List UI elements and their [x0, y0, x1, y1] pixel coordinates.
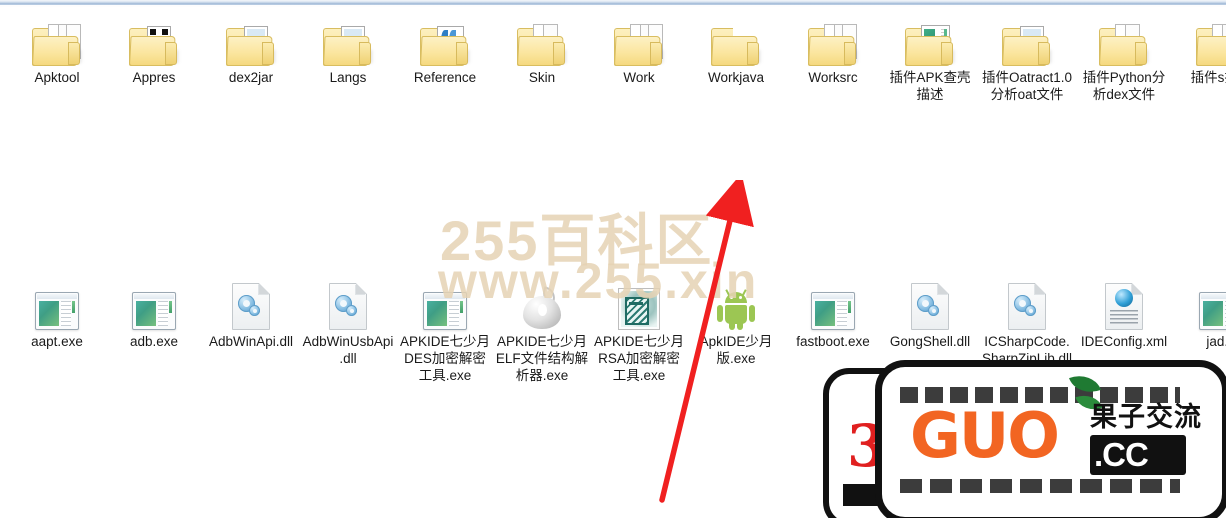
file-label: Apktool [34, 70, 80, 85]
file-item-plugin-python[interactable]: 插件Python分析dex文件 [1077, 12, 1171, 103]
folder-icon [1174, 12, 1226, 66]
folder-icon [204, 12, 298, 66]
guocc-logo-overlay: 3 GUO 果子交流 .CC [823, 360, 1226, 518]
logo-smudge-bottom [900, 479, 1180, 493]
file-label: Appres [132, 70, 176, 85]
logo-chinese-text: 果子交流 [1090, 402, 1202, 432]
logo-tld-text: .CC [1094, 436, 1149, 473]
file-label: 插件s插件 [1190, 70, 1226, 85]
file-item-workjava[interactable]: Workjava [689, 12, 783, 86]
logo-brand-text: GUO [910, 399, 1060, 472]
folder-icon [10, 12, 104, 66]
folder-icon [1077, 12, 1171, 66]
folder-icon [883, 12, 977, 66]
folder-icon [107, 12, 201, 66]
logo-tld-box: .CC [1090, 435, 1186, 475]
folder-icon [786, 12, 880, 66]
file-item-appres[interactable]: Appres [107, 12, 201, 86]
folder-icon [592, 12, 686, 66]
file-label: Workjava [707, 70, 765, 85]
file-item-langs[interactable]: Langs [301, 12, 395, 86]
explorer-icon-view: Apktool Appres dex2jar Langs Reference S… [0, 0, 1226, 518]
window-top-divider-highlight [0, 5, 1226, 7]
file-item-plugin-apk-shell[interactable]: 插件APK查壳描述 [883, 12, 977, 103]
folder-icon [689, 12, 783, 66]
file-label: Worksrc [808, 70, 858, 85]
file-item-reference[interactable]: Reference [398, 12, 492, 86]
file-label: 插件Python分析dex文件 [1082, 70, 1166, 102]
folder-icon [495, 12, 589, 66]
file-label: Work [623, 70, 655, 85]
folder-icon [398, 12, 492, 66]
file-label: Reference [413, 70, 477, 85]
file-item-apktool[interactable]: Apktool [10, 12, 104, 86]
icon-row-2: aapt.exe adb.exe AdbWinApi.dll AdbWinUsb… [0, 140, 1226, 383]
file-item-work[interactable]: Work [592, 12, 686, 86]
file-item-plugin-s-clipped[interactable]: 插件s插件 [1174, 12, 1226, 86]
file-label: Skin [528, 70, 556, 85]
file-label: dex2jar [228, 70, 274, 85]
icon-row-1: Apktool Appres dex2jar Langs Reference S… [0, 8, 1226, 140]
folder-icon [980, 12, 1074, 66]
file-item-dex2jar[interactable]: dex2jar [204, 12, 298, 86]
file-label: 插件APK查壳描述 [889, 70, 971, 102]
file-item-skin[interactable]: Skin [495, 12, 589, 86]
file-item-plugin-oatract[interactable]: 插件Oatract1.0分析oat文件 [980, 12, 1074, 103]
logo-front-card: GUO 果子交流 .CC [875, 360, 1226, 518]
folder-icon [301, 12, 395, 66]
file-item-worksrc[interactable]: Worksrc [786, 12, 880, 86]
file-label: 插件Oatract1.0分析oat文件 [981, 70, 1073, 102]
file-label: Langs [329, 70, 367, 85]
